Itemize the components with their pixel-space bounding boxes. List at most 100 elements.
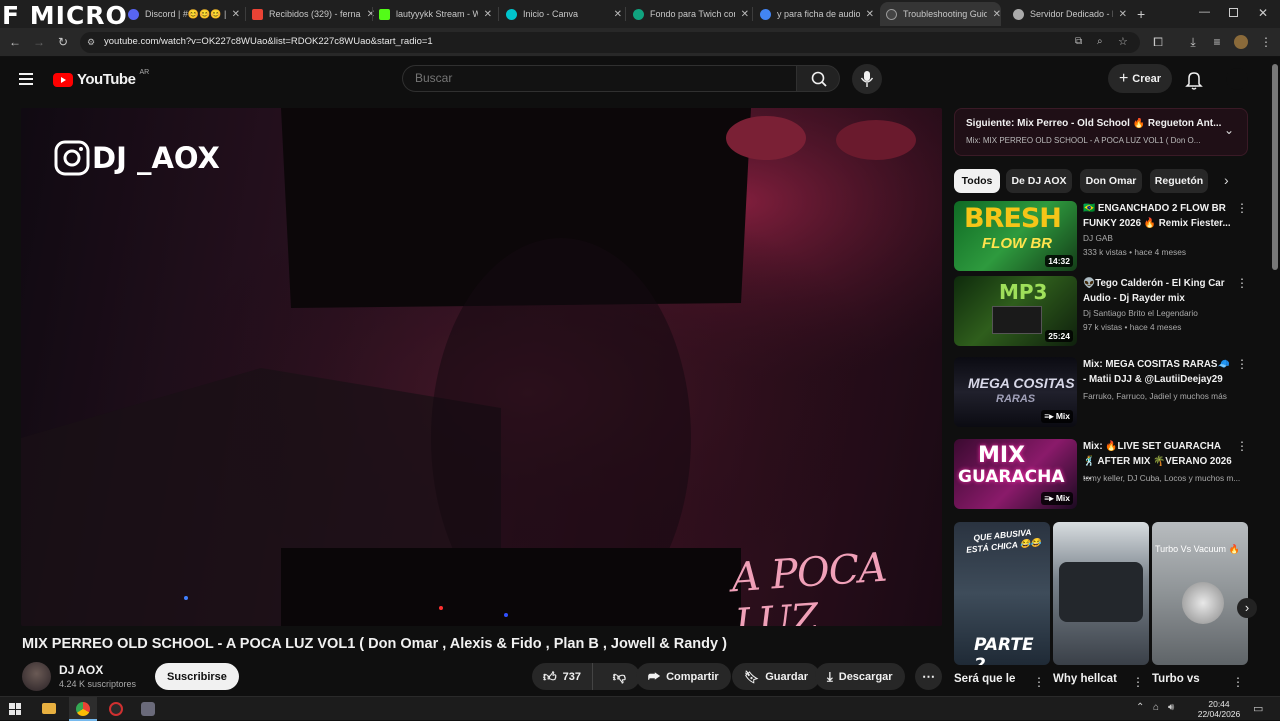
browser-tab[interactable]: lautyyykk Stream - Wa ✕ (379, 4, 492, 24)
close-tab-icon[interactable]: ✕ (741, 9, 749, 20)
back-icon[interactable]: ← (8, 35, 22, 49)
notifications-button[interactable] (1185, 70, 1203, 90)
youtube-logo[interactable]: YouTube AR (53, 69, 149, 88)
more-options-icon[interactable]: ⋮ (1236, 201, 1248, 215)
chrome-taskbar-item[interactable] (69, 697, 97, 721)
channel-avatar[interactable] (22, 662, 51, 691)
notification-center-icon[interactable]: ▭ (1253, 702, 1263, 715)
maximize-icon[interactable] (1229, 8, 1238, 17)
page-scrollbar[interactable] (1270, 58, 1280, 696)
like-button[interactable]: 👍︎ 737 (532, 663, 593, 690)
network-icon[interactable]: ⌂ (1153, 702, 1159, 713)
more-options-icon[interactable]: ⋮ (1236, 276, 1248, 290)
chevron-down-icon[interactable]: ⌄ (1224, 123, 1234, 137)
recommended-video[interactable]: BRESH FLOW BR 14:32 🇧🇷 ENGANCHADO 2 FLOW… (954, 201, 1248, 275)
thumbnail-text: MP3 (999, 280, 1048, 304)
close-tab-icon[interactable]: ✕ (484, 9, 492, 20)
obs-icon[interactable] (109, 702, 123, 716)
close-tab-icon[interactable]: ✕ (1119, 9, 1127, 20)
short-thumbnail[interactable]: Turbo Vs Vacuum 🔥 (1152, 522, 1248, 665)
browser-tab[interactable]: Recibidos (329) - ferna ✕ (252, 4, 375, 24)
chip-todos[interactable]: Todos (954, 169, 1000, 193)
more-options-icon[interactable]: ⋮ (1236, 439, 1248, 453)
create-button[interactable]: + Crear (1108, 64, 1172, 93)
thumbnail-text: MIX (978, 443, 1026, 468)
profile-avatar[interactable] (1234, 35, 1248, 49)
forward-icon[interactable]: → (32, 35, 46, 49)
chip-regueton[interactable]: Reguetón (1150, 169, 1208, 193)
subscribe-label: Suscribirse (167, 670, 227, 683)
close-tab-icon[interactable]: ✕ (367, 9, 375, 20)
reload-icon[interactable]: ↻ (56, 35, 70, 49)
chevron-right-icon[interactable]: › (1224, 172, 1229, 188)
more-options-icon[interactable]: ⋮ (1132, 675, 1144, 689)
browser-tab[interactable]: y para ficha de audio ✕ (760, 4, 874, 24)
save-button[interactable]: 🔖︎ Guardar (732, 663, 821, 690)
close-window-icon[interactable]: ✕ (1258, 6, 1268, 20)
bookmark-star-icon[interactable]: ☆ (1118, 35, 1128, 48)
recommended-video[interactable]: MIX GUARACHA ≡▸ Mix Mix: 🔥LIVE SET GUARA… (954, 439, 1248, 513)
search-button[interactable] (796, 65, 840, 92)
duration-badge: 25:24 (1045, 330, 1073, 342)
tab-title: Inicio - Canva (523, 9, 579, 19)
up-next-panel[interactable]: Siguiente: Mix Perreo - Old School 🔥 Reg… (954, 108, 1248, 156)
dislike-button[interactable]: 👎︎ (599, 663, 640, 690)
chip-de-dj-aox[interactable]: De DJ AOX (1006, 169, 1072, 193)
media-controls-icon[interactable]: ≡ (1210, 35, 1224, 49)
search-box[interactable] (402, 65, 796, 92)
browser-tab[interactable]: Inicio - Canva ✕ (506, 4, 622, 24)
more-options-icon[interactable]: ⋮ (1232, 675, 1244, 689)
download-button[interactable]: ⤓ Descargar (815, 663, 905, 690)
channel-name[interactable]: DJ AOX (59, 663, 103, 677)
video-frame (21, 108, 942, 626)
new-tab-icon[interactable]: + (1137, 6, 1145, 22)
close-tab-icon[interactable]: ✕ (232, 9, 240, 20)
minimize-icon[interactable]: — (1199, 6, 1210, 18)
globe-icon (1013, 8, 1024, 20)
more-options-icon[interactable]: ⋮ (1236, 357, 1248, 371)
download-icon[interactable]: ⤓ (1186, 35, 1200, 49)
chrome-menu-icon[interactable]: ⋮ (1259, 35, 1273, 49)
hamburger-menu-icon[interactable] (19, 73, 33, 85)
chip-don-omar[interactable]: Don Omar (1080, 169, 1142, 193)
more-actions-button[interactable]: ⋯ (915, 663, 942, 690)
scrollbar-thumb[interactable] (1272, 64, 1278, 270)
video-player[interactable]: DJ _AOX A POCA LUZ (21, 108, 942, 626)
browser-tab-active[interactable]: Troubleshooting Guid ✕ (880, 2, 1001, 26)
close-tab-icon[interactable]: ✕ (866, 9, 874, 20)
recommended-video[interactable]: MEGA COSITAS RARAS ≡▸ Mix Mix: MEGA COSI… (954, 357, 1248, 431)
windows-start-icon[interactable] (9, 703, 21, 715)
short-thumbnail[interactable] (1053, 522, 1149, 665)
browser-tab[interactable]: Servidor Dedicado - B ✕ (1013, 4, 1127, 24)
clock[interactable]: 20:44 22/04/2026 (1196, 699, 1242, 719)
search-input[interactable] (415, 71, 775, 85)
address-bar[interactable]: ⚙ youtube.com/watch?v=OK227c8WUao&list=R… (80, 32, 1140, 53)
app-icon[interactable] (141, 702, 155, 716)
close-tab-icon[interactable]: ✕ (993, 9, 1001, 20)
shorts-next-arrow-icon[interactable]: › (1237, 598, 1257, 618)
recommended-video[interactable]: MP3 25:24 👽Tego Calderón - El King Car A… (954, 276, 1248, 350)
subscribe-button[interactable]: Suscribirse (155, 663, 239, 690)
extensions-icon[interactable]: ⧠ (1151, 35, 1165, 49)
more-options-icon[interactable]: ⋮ (1033, 675, 1045, 689)
video-thumbnail[interactable]: BRESH FLOW BR 14:32 (954, 201, 1077, 271)
account-avatar[interactable] (1226, 68, 1248, 90)
install-app-icon[interactable]: ⧉ (1075, 36, 1082, 47)
zoom-icon[interactable]: ⌕ (1097, 36, 1103, 47)
video-thumbnail[interactable]: MP3 25:24 (954, 276, 1077, 346)
site-info-icon[interactable]: ⚙ (87, 37, 95, 48)
file-explorer-icon[interactable] (42, 703, 56, 714)
short-overlay-text: Turbo Vs Vacuum 🔥 (1155, 544, 1240, 554)
volume-icon[interactable]: 🔊︎ (1168, 702, 1174, 713)
close-tab-icon[interactable]: ✕ (614, 9, 622, 20)
browser-tab[interactable]: Fondo para Twich con ✕ (633, 4, 749, 24)
voice-search-button[interactable] (852, 64, 882, 94)
browser-tab[interactable]: Discord | #😊😊😊 | ✕ (128, 4, 240, 24)
tab-title: lautyyykk Stream - Wa (396, 9, 478, 19)
video-thumbnail[interactable]: MIX GUARACHA ≡▸ Mix (954, 439, 1077, 509)
share-button[interactable]: ⮫ Compartir (636, 663, 731, 690)
chevron-up-icon[interactable]: ⌃ (1136, 702, 1144, 713)
recommended-title: Mix: MEGA COSITAS RARAS🧢 - Matii DJJ & @… (1083, 359, 1230, 385)
short-thumbnail[interactable]: QUE ABUSIVA ESTÁ CHICA 😂😂 PARTE 2 (954, 522, 1050, 665)
video-thumbnail[interactable]: MEGA COSITAS RARAS ≡▸ Mix (954, 357, 1077, 427)
